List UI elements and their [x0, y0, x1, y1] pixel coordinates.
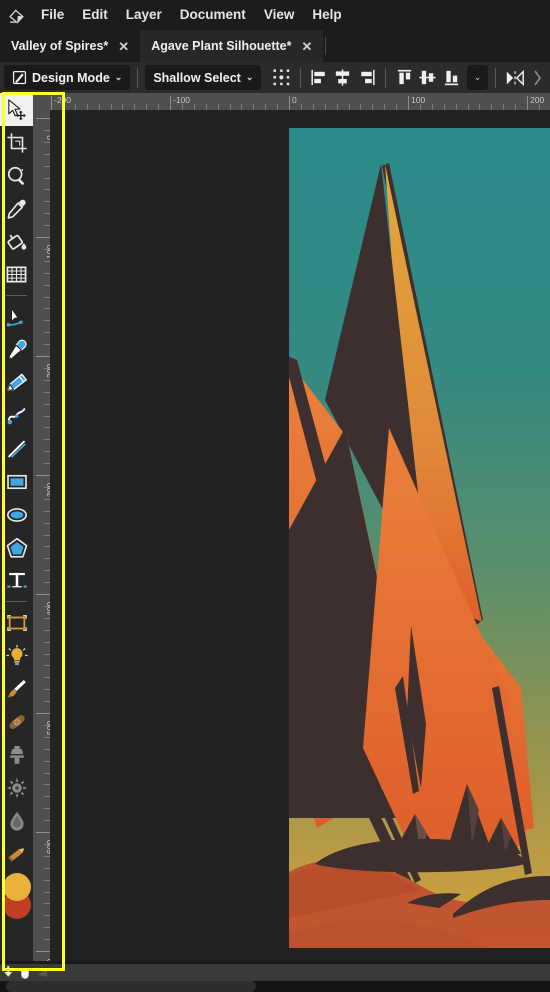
align-bottom-icon[interactable]: [439, 65, 462, 90]
design-mode-label: Design Mode: [32, 70, 110, 85]
vertical-ruler[interactable]: 0100200300400500600700: [33, 110, 50, 961]
crop-tool[interactable]: [0, 126, 33, 159]
artboard[interactable]: [289, 128, 550, 948]
menu-item-help[interactable]: Help: [303, 0, 350, 30]
color-picker-tool[interactable]: [0, 192, 33, 225]
menu-item-edit[interactable]: Edit: [73, 0, 117, 30]
mesh-warp-tool[interactable]: [0, 258, 33, 291]
shallow-select-label: Shallow Select: [153, 70, 241, 85]
smudge-tool[interactable]: [0, 837, 33, 870]
ellipse-tool[interactable]: [0, 498, 33, 531]
download-icon[interactable]: [2, 965, 15, 980]
tab-close-icon[interactable]: ✕: [118, 40, 129, 53]
application-window: File Edit Layer Document View Help Valle…: [0, 0, 550, 992]
chevron-down-icon: ⌄: [245, 72, 254, 82]
chevron-down-icon: ⌄: [473, 72, 482, 82]
app-logo-icon[interactable]: [0, 0, 32, 30]
pen-tool[interactable]: [0, 333, 33, 366]
color-swatches[interactable]: [0, 873, 33, 925]
palette-divider: [6, 601, 27, 602]
healing-brush-tool[interactable]: [0, 705, 33, 738]
paint-brush-tool[interactable]: [0, 672, 33, 705]
line-tool[interactable]: [0, 432, 33, 465]
snapshot-icon[interactable]: [18, 965, 32, 980]
align-center-horizontal-icon[interactable]: [331, 65, 354, 90]
frame-text-tool[interactable]: [0, 606, 33, 639]
toolbar-overflow-icon[interactable]: [527, 65, 550, 90]
chevron-down-icon: ⌄: [114, 72, 123, 82]
tool-palette: [0, 93, 33, 961]
align-left-icon[interactable]: [308, 65, 331, 90]
artwork-agave-silhouette: [289, 128, 550, 948]
tab-label: Agave Plant Silhouette*: [151, 39, 292, 53]
document-tab-bar: Valley of Spires* ✕ Agave Plant Silhouet…: [0, 30, 550, 62]
ruler-label: 0: [292, 95, 297, 105]
ruler-corner[interactable]: [33, 93, 50, 110]
vector-brush-tool[interactable]: [0, 399, 33, 432]
toolbar-divider: [495, 67, 497, 88]
zoom-tool[interactable]: [0, 159, 33, 192]
menu-bar: File Edit Layer Document View Help: [0, 0, 550, 30]
design-mode-button[interactable]: Design Mode ⌄: [4, 65, 131, 90]
tab-agave-plant-silhouette[interactable]: Agave Plant Silhouette* ✕: [140, 30, 324, 62]
polygon-tool[interactable]: [0, 531, 33, 564]
dodge-burn-tool[interactable]: [0, 804, 33, 837]
menu-item-file[interactable]: File: [32, 0, 73, 30]
menu-item-document[interactable]: Document: [171, 0, 255, 30]
menu-item-layer[interactable]: Layer: [117, 0, 171, 30]
align-right-icon[interactable]: [354, 65, 377, 90]
text-tool[interactable]: [0, 564, 33, 597]
tab-close-icon[interactable]: ✕: [302, 40, 313, 53]
align-middle-vertical-icon[interactable]: [416, 65, 439, 90]
horizontal-ruler[interactable]: -200 -100 0 100 200: [50, 93, 550, 110]
ruler-label: -200: [54, 95, 72, 105]
pencil-tool[interactable]: [0, 366, 33, 399]
speaker-icon: [35, 965, 50, 980]
tab-divider: [325, 37, 327, 55]
ruler-label: 100: [411, 95, 426, 105]
fill-color-swatch[interactable]: [3, 873, 31, 901]
status-bar-track: [0, 964, 550, 981]
blemish-removal-tool[interactable]: [0, 771, 33, 804]
status-bar-pill[interactable]: [6, 981, 256, 992]
move-tool[interactable]: [0, 93, 33, 126]
tab-valley-of-spires[interactable]: Valley of Spires* ✕: [0, 30, 141, 62]
context-toolbar: Design Mode ⌄ Shallow Select ⌄ ⌄: [0, 62, 550, 93]
align-more-options-button[interactable]: ⌄: [466, 65, 489, 90]
palette-divider: [6, 295, 27, 296]
ruler-label: 200: [530, 95, 545, 105]
snapping-grid-icon[interactable]: [269, 65, 292, 90]
menu-item-view[interactable]: View: [255, 0, 304, 30]
tab-label: Valley of Spires*: [11, 39, 109, 53]
lighting-tool[interactable]: [0, 639, 33, 672]
rectangle-tool[interactable]: [0, 465, 33, 498]
flip-horizontal-icon[interactable]: [503, 65, 526, 90]
toolbar-divider: [384, 67, 386, 88]
node-tool[interactable]: [0, 300, 33, 333]
toolbar-divider: [137, 67, 139, 88]
status-bar-icons: [2, 962, 50, 982]
shallow-select-button[interactable]: Shallow Select ⌄: [145, 65, 262, 90]
toolbar-divider: [299, 67, 301, 88]
align-top-icon[interactable]: [393, 65, 416, 90]
flood-fill-tool[interactable]: [0, 225, 33, 258]
clone-stamp-tool[interactable]: [0, 738, 33, 771]
ruler-label: -100: [173, 95, 191, 105]
design-mode-icon: [12, 70, 27, 85]
canvas-viewport[interactable]: [50, 110, 550, 961]
